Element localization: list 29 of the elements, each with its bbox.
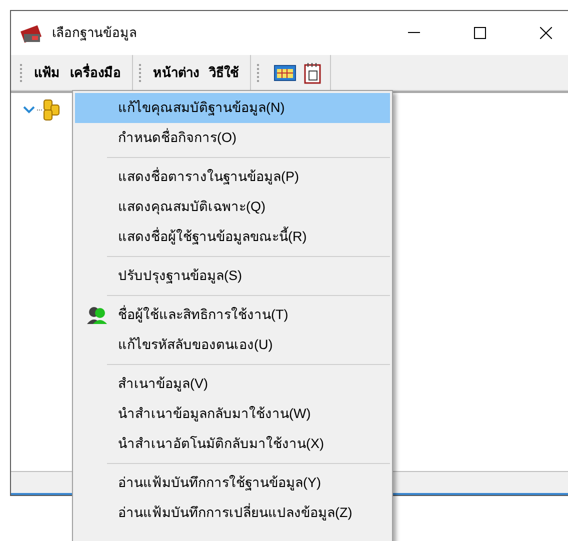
menu-bar-item[interactable]: หน้าต่าง	[148, 60, 204, 84]
database-icon[interactable]	[37, 99, 61, 121]
menu-item[interactable]: นำสำเนาอัตโนมัติกลับมาใช้งาน(X)	[75, 429, 390, 459]
menu-bar-item[interactable]: วิธีใช้	[204, 60, 244, 84]
menu-item[interactable]: แสดงชื่อผู้ใช้ฐานข้อมูลขณะนี้(R)	[75, 222, 390, 252]
menu-item[interactable]: ปรับปรุงฐานข้อมูล(S)	[75, 261, 390, 291]
menu-item[interactable]: แสดงคุณสมบัติเฉพาะ(Q)	[75, 192, 390, 222]
menu-item[interactable]: สำเนาข้อมูล(V)	[75, 369, 390, 399]
menu-item[interactable]: แสดงชื่อตารางในฐานข้อมูล(P)	[75, 162, 390, 192]
menu-item[interactable]: นำสำเนาข้อมูลกลับมาใช้งาน(W)	[75, 399, 390, 429]
minimize-icon	[408, 32, 420, 34]
menu-item[interactable]: กำหนดชื่อกิจการ(O)	[75, 123, 390, 153]
menu-item[interactable]: ชื่อผู้ใช้และสิทธิการใช้งาน(T)	[75, 300, 390, 330]
chevron-icon[interactable]	[23, 105, 35, 115]
users-icon	[86, 305, 108, 325]
calendar-icon[interactable]	[304, 62, 322, 84]
toolbar-grip[interactable]	[20, 64, 23, 82]
close-icon	[540, 27, 552, 39]
maximize-icon	[474, 27, 486, 39]
menu-bar-item[interactable]: แฟ้ม	[29, 60, 65, 84]
menu-bar-item[interactable]: เครื่องมือ	[65, 60, 126, 84]
menu-item[interactable]: แก้ไขคุณสมบัติฐานข้อมูล(N)	[75, 93, 390, 123]
menu-item[interactable]: อ่านแฟ้มบันทึกการเปลี่ยนแปลงข้อมูล(Z)	[75, 498, 390, 528]
calendar-grid-icon[interactable]	[274, 64, 296, 80]
toolbar-grip[interactable]	[139, 64, 142, 82]
window-title: เลือกฐานข้อมูล	[52, 24, 137, 42]
menu-item[interactable]: อ่านแฟ้มบันทึกการใช้ฐานข้อมูล(Y)	[75, 468, 390, 498]
toolbar-grip[interactable]	[257, 64, 260, 82]
menu-item[interactable]: แก้ไขรหัสลับของตนเอง(U)	[75, 330, 390, 360]
